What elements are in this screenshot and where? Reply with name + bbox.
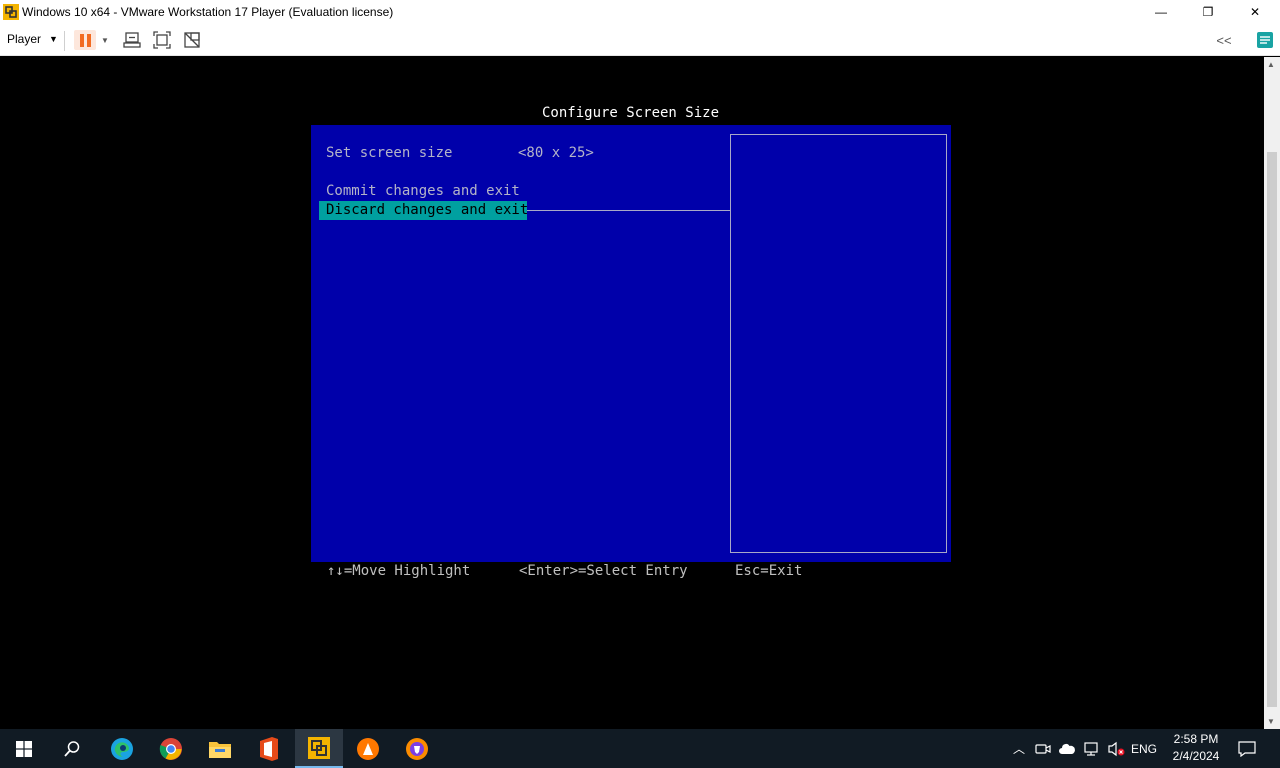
pause-bar-icon [86, 33, 91, 47]
scrollbar-thumb[interactable] [1267, 152, 1277, 707]
volume-button[interactable] [1106, 729, 1126, 768]
chrome-icon [159, 737, 182, 760]
fullscreen-button[interactable] [151, 30, 173, 50]
menu-item-commit-changes[interactable]: Commit changes and exit [326, 183, 520, 199]
player-menu-label: Player [7, 32, 42, 46]
taskbar-vmware-player[interactable] [295, 729, 343, 768]
camera-icon [1035, 743, 1051, 754]
cloud-icon [1059, 743, 1075, 754]
vmware-app-icon [3, 4, 19, 20]
vertical-scrollbar[interactable]: ▲ ▼ [1264, 57, 1280, 729]
office-icon [260, 736, 278, 761]
toolbar-divider [64, 31, 65, 51]
taskbar-edge[interactable] [98, 729, 146, 768]
footer-move-hint: ↑↓=Move Highlight [327, 563, 471, 579]
search-button[interactable] [48, 729, 96, 768]
footer-exit-hint: Esc=Exit [735, 563, 803, 579]
menu-item-set-screen-size[interactable]: Set screen size [326, 145, 452, 161]
pause-button[interactable] [74, 30, 96, 50]
taskbar-avast[interactable] [344, 729, 392, 768]
unity-button[interactable] [181, 30, 203, 50]
menu-item-discard-changes[interactable]: Discard changes and exit [319, 201, 528, 220]
player-menu-button[interactable]: Player ▼ [7, 32, 58, 46]
restore-icon: ❐ [1202, 5, 1214, 19]
maximize-button[interactable]: ❐ [1185, 0, 1231, 24]
start-button[interactable] [0, 729, 48, 768]
fullscreen-icon [153, 31, 171, 49]
window-title: Windows 10 x64 - VMware Workstation 17 P… [22, 5, 394, 19]
scroll-down-icon[interactable]: ▼ [1267, 717, 1275, 726]
scroll-up-icon[interactable]: ▲ [1267, 60, 1275, 69]
console-title: Configure Screen Size [542, 105, 720, 121]
edge-icon [111, 737, 133, 760]
unity-icon [184, 32, 200, 48]
brave-icon [406, 737, 428, 760]
power-options-dropdown[interactable]: ▼ [98, 30, 112, 50]
meet-now-button[interactable] [1034, 729, 1052, 768]
language-indicator[interactable]: ENG [1128, 729, 1160, 768]
windows-logo-icon [16, 740, 32, 757]
help-panel-box [730, 134, 947, 553]
taskbar-chrome[interactable] [147, 729, 195, 768]
player-toolbar: Player ▼ ▼ << [0, 24, 1280, 56]
send-keys-icon [123, 32, 141, 48]
library-button[interactable] [1254, 30, 1276, 50]
chevron-up-icon: ︿ [1012, 742, 1025, 756]
search-icon [64, 740, 80, 757]
taskbar-clock[interactable]: 2:58 PM 2/4/2024 [1166, 731, 1226, 765]
collapse-library-button[interactable]: << [1213, 30, 1235, 50]
window-titlebar: Windows 10 x64 - VMware Workstation 17 P… [0, 0, 1280, 24]
file-explorer-icon [209, 741, 231, 758]
double-chevron-left-icon: << [1216, 32, 1232, 48]
onedrive-button[interactable] [1057, 729, 1077, 768]
clock-time: 2:58 PM [1173, 732, 1219, 746]
windows-taskbar: ︿ ENG 2:58 PM 2/4/2024 [0, 729, 1280, 768]
close-button[interactable]: ✕ [1232, 0, 1278, 24]
vm-display[interactable]: Configure Screen Size Set screen size <8… [0, 57, 1264, 729]
notification-icon [1238, 740, 1256, 757]
taskbar-brave[interactable] [393, 729, 441, 768]
clock-date: 2/4/2024 [1172, 749, 1220, 763]
vmware-player-icon [308, 736, 330, 759]
footer-select-hint: <Enter>=Select Entry [519, 563, 688, 579]
network-icon [1084, 741, 1098, 756]
language-label: ENG [1130, 741, 1157, 756]
screen-size-value[interactable]: <80 x 25> [518, 145, 594, 161]
send-ctrl-alt-del-button[interactable] [121, 30, 143, 50]
action-center-button[interactable] [1236, 729, 1258, 768]
taskbar-office[interactable] [245, 729, 293, 768]
pause-bar-icon [79, 33, 84, 47]
show-hidden-icons-button[interactable]: ︿ [1010, 729, 1028, 768]
close-icon: ✕ [1249, 5, 1261, 19]
minimize-button[interactable]: — [1138, 0, 1184, 24]
minimize-icon: — [1155, 5, 1167, 19]
library-icon [1257, 32, 1273, 48]
help-connector-line [526, 210, 731, 211]
chevron-down-icon: ▼ [49, 34, 58, 44]
avast-icon [357, 737, 379, 760]
taskbar-file-explorer[interactable] [196, 729, 244, 768]
network-button[interactable] [1082, 729, 1102, 768]
speaker-muted-icon [1108, 741, 1125, 756]
screen-size-dialog: Set screen size <80 x 25> Commit changes… [311, 125, 951, 562]
